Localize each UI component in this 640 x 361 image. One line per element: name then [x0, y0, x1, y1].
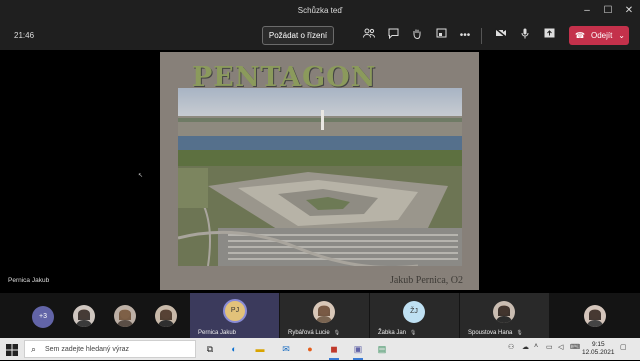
network-icon[interactable]: ▭: [546, 343, 553, 351]
clock-date: 12.05.2021: [582, 349, 615, 356]
windows-start-icon[interactable]: [6, 343, 18, 356]
participant-name: Pernica Jakub: [198, 330, 237, 336]
participant-tile[interactable]: ŽJ Žabka Jan 🎙: [370, 293, 459, 338]
participant-gallery: +3 PJ Pernica Jakub Rybářová Lucie 🎙 ŽJ Ž…: [0, 293, 640, 338]
elapsed-time: 21:46: [14, 31, 35, 40]
pentagon-photo: [178, 88, 462, 266]
participant-tile[interactable]: PJ Pernica Jakub: [190, 293, 279, 338]
avatar: ŽJ: [403, 301, 425, 323]
close-icon[interactable]: ✕: [621, 3, 637, 19]
avatar: [73, 305, 95, 327]
participant-name-row: Rybářová Lucie 🎙: [288, 330, 340, 336]
raise-hand-icon[interactable]: [409, 28, 425, 44]
notifications-icon[interactable]: ▢: [620, 343, 627, 351]
mail-icon[interactable]: ✉: [278, 341, 294, 357]
title-bar: Schůzka teď – ☐ ✕: [0, 0, 640, 22]
teams-icon[interactable]: ▣: [350, 341, 366, 360]
mic-muted-icon: 🎙: [333, 330, 341, 336]
mouse-cursor-icon: ↖: [138, 173, 144, 179]
share-tray-icon[interactable]: [541, 28, 557, 44]
more-icon[interactable]: •••: [457, 28, 473, 44]
maximize-icon[interactable]: ☐: [600, 3, 616, 19]
mic-muted-icon: 🎙: [410, 330, 417, 336]
leave-label: Odejít: [590, 31, 613, 40]
firefox-icon[interactable]: ●: [302, 341, 318, 357]
participant-name: Rybářová Lucie: [288, 330, 330, 336]
minimize-icon[interactable]: –: [579, 3, 595, 19]
camera-off-icon[interactable]: [493, 27, 509, 44]
volume-icon[interactable]: ◁: [558, 343, 563, 351]
search-placeholder: Sem zadejte hledaný výraz: [45, 346, 130, 353]
avatar: [313, 301, 335, 323]
phone-icon: ☎: [575, 31, 585, 40]
participant-name-row: Spoustova Hana 🎙: [468, 330, 523, 336]
request-control-button[interactable]: Požádat o řízení: [262, 26, 334, 45]
chevron-down-icon[interactable]: ⌄: [618, 26, 625, 45]
weather-icon[interactable]: ☁: [522, 343, 529, 351]
office-icon[interactable]: ◼: [326, 341, 342, 360]
avatar: [114, 305, 136, 327]
window-title: Schůzka teď: [297, 6, 343, 15]
avatar: PJ: [223, 299, 247, 323]
self-avatar: [584, 305, 606, 327]
windows-taskbar: ⌕ Sem zadejte hledaný výraz ⧉ ◐ ▬ ✉ ● ◼ …: [0, 338, 640, 360]
presentation-slide: PENTAGON Jakub Pernica, O2: [160, 52, 479, 290]
edge-icon[interactable]: ◐: [226, 341, 242, 357]
meeting-toolbar: 21:46 Požádat o řízení ••• ☎ Odejít ⌄: [0, 22, 640, 50]
task-view-icon[interactable]: ⧉: [202, 341, 218, 357]
participant-name: Spoustova Hana: [468, 330, 513, 336]
leave-button[interactable]: ☎ Odejít ⌄: [569, 26, 629, 45]
keyboard-icon[interactable]: ⌨: [570, 343, 580, 351]
clock[interactable]: 9:15 12.05.2021: [582, 341, 615, 357]
file-explorer-icon[interactable]: ▬: [252, 341, 268, 357]
people-tray-icon[interactable]: ⚇: [508, 343, 514, 351]
overflow-participants[interactable]: +3: [32, 306, 54, 328]
avatar: [155, 305, 177, 327]
rooms-icon[interactable]: [433, 28, 449, 44]
avatar: [493, 301, 515, 323]
clock-time: 9:15: [591, 341, 605, 348]
search-icon: ⌕: [31, 344, 37, 354]
mic-muted-icon: 🎙: [516, 330, 523, 336]
slide-author: Jakub Pernica, O2: [389, 275, 463, 286]
taskbar-search[interactable]: ⌕ Sem zadejte hledaný výraz: [24, 340, 196, 358]
participant-name: Žabka Jan: [378, 330, 407, 336]
toolbar-divider: [481, 28, 482, 44]
people-icon[interactable]: [361, 28, 377, 44]
app-icon[interactable]: ▤: [374, 341, 390, 357]
chat-icon[interactable]: [385, 28, 401, 44]
participant-tile[interactable]: Spoustova Hana 🎙: [460, 293, 549, 338]
presenter-name: Pernica Jakub: [8, 277, 50, 284]
mic-icon[interactable]: [517, 28, 533, 44]
participant-name-row: Žabka Jan 🎙: [378, 330, 416, 336]
shared-screen-stage: PENTAGON Jakub Pernica, O2 ↖ Pernica Jak…: [0, 50, 640, 293]
chevron-up-icon[interactable]: ˄: [534, 343, 538, 350]
participant-tile[interactable]: Rybářová Lucie 🎙: [280, 293, 369, 338]
